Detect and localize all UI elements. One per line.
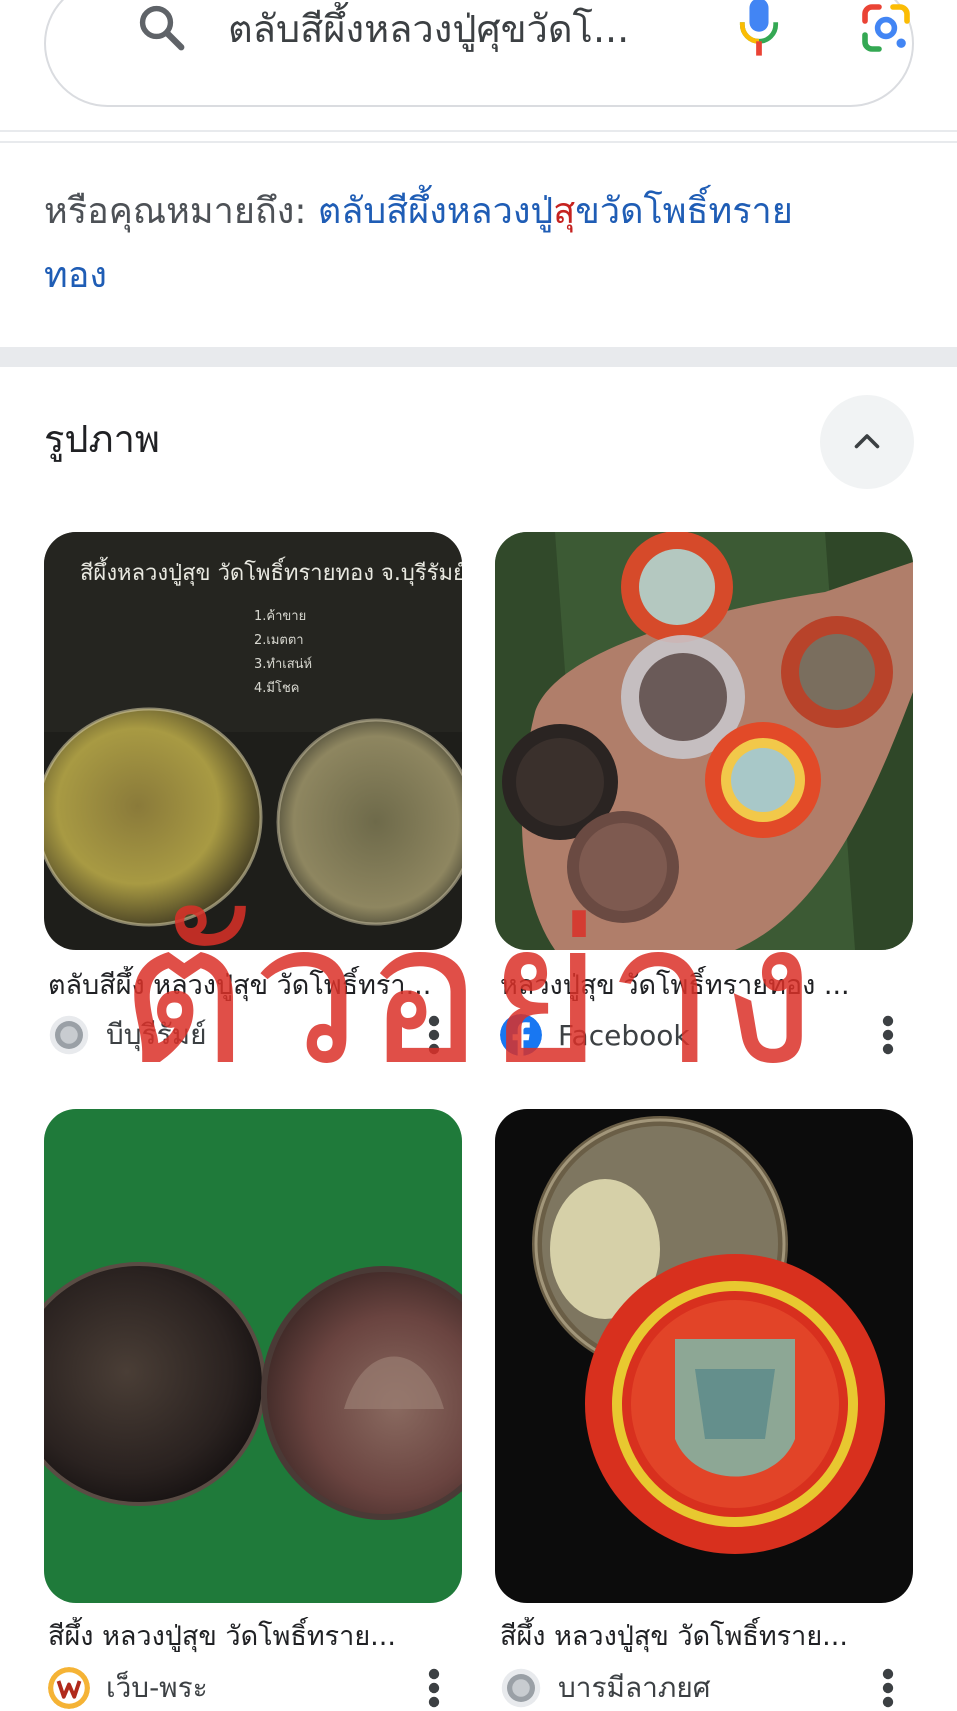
result-source[interactable]: Facebook <box>500 1011 690 1059</box>
svg-text:1.ค้าขาย: 1.ค้าขาย <box>254 609 306 624</box>
search-icon[interactable] <box>134 0 188 54</box>
result-title[interactable]: ตลับสีผึ้ง หลวงปู่สุข วัดโพธิ์ทรา... <box>48 966 444 1006</box>
image-result-2[interactable] <box>495 532 913 950</box>
result-source[interactable]: บารมีลาภยศ <box>500 1664 711 1711</box>
search-header: ตลับสีผึ้งหลวงปู่ศุขวัดโ... <box>0 0 957 132</box>
search-input[interactable]: ตลับสีผึ้งหลวงปู่ศุขวัดโ... <box>228 2 668 56</box>
more-options-icon[interactable] <box>424 1011 444 1059</box>
image-result-1[interactable]: สีผึ้งหลวงปู่สุข วัดโพธิ์ทรายทอง จ.บุรีร… <box>44 532 462 950</box>
result-image: สีผึ้งหลวงปู่สุข วัดโพธิ์ทรายทอง จ.บุรีร… <box>44 532 462 950</box>
image-result-4[interactable] <box>495 1109 913 1603</box>
did-you-mean: หรือคุณหมายถึง: ตลับสีผึ้งหลวงปู่สุขวัดโ… <box>44 180 924 308</box>
more-options-icon[interactable] <box>424 1664 444 1711</box>
more-options-icon[interactable] <box>878 1011 898 1059</box>
divider <box>0 130 957 132</box>
search-bar[interactable]: ตลับสีผึ้งหลวงปู่ศุขวัดโ... <box>44 0 914 107</box>
result-image <box>44 1109 462 1603</box>
result-source[interactable]: บีบุรีรัมย์ <box>48 1011 207 1059</box>
suggestion-part1[interactable]: ตลับสีผึ้งหลวงปู่ <box>318 191 553 232</box>
suggestion-line2[interactable]: ทอง <box>44 255 107 296</box>
source-name: Facebook <box>558 1018 690 1052</box>
result-title[interactable]: หลวงปู่สุข วัดโพธิ์ทรายทอง ... <box>500 966 896 1006</box>
source-name: บารมีลาภยศ <box>558 1671 711 1704</box>
facebook-icon <box>500 1014 542 1056</box>
svg-text:4.มีโชค: 4.มีโชค <box>254 680 299 696</box>
divider <box>0 141 957 143</box>
more-options-icon[interactable] <box>878 1664 898 1711</box>
svg-text:2.เมตตา: 2.เมตตา <box>254 633 304 648</box>
result-source[interactable]: เว็บ-พระ <box>48 1664 208 1711</box>
image-result-3[interactable] <box>44 1109 462 1603</box>
google-lens-icon[interactable] <box>858 0 914 56</box>
mic-icon[interactable] <box>734 0 784 58</box>
web-pra-icon <box>48 1667 90 1709</box>
svg-text:3.ทำเสน่ห์: 3.ทำเสน่ห์ <box>254 656 312 672</box>
section-title: รูปภาพ <box>44 417 160 461</box>
suggestion-part2[interactable]: ขวัดโพธิ์ทราย <box>575 191 793 232</box>
globe-icon <box>49 1015 89 1055</box>
section-separator <box>0 347 957 367</box>
did-you-mean-prefix: หรือคุณหมายถึง: <box>44 191 318 232</box>
globe-icon <box>501 1668 541 1708</box>
suggestion-highlight[interactable]: สุ <box>553 191 575 232</box>
source-name: เว็บ-พระ <box>106 1671 208 1704</box>
result-title[interactable]: สีผึ้ง หลวงปู่สุข วัดโพธิ์ทราย... <box>48 1617 444 1657</box>
collapse-button[interactable] <box>820 395 914 489</box>
chevron-up-icon <box>854 434 880 449</box>
result-image <box>495 532 913 950</box>
source-name: บีบุรีรัมย์ <box>106 1018 207 1051</box>
result-title[interactable]: สีผึ้ง หลวงปู่สุข วัดโพธิ์ทราย... <box>500 1617 896 1657</box>
result-image <box>495 1109 913 1603</box>
svg-text:สีผึ้งหลวงปู่สุข วัดโพธิ์ทรายท: สีผึ้งหลวงปู่สุข วัดโพธิ์ทรายทอง จ.บุรีร… <box>80 557 462 586</box>
